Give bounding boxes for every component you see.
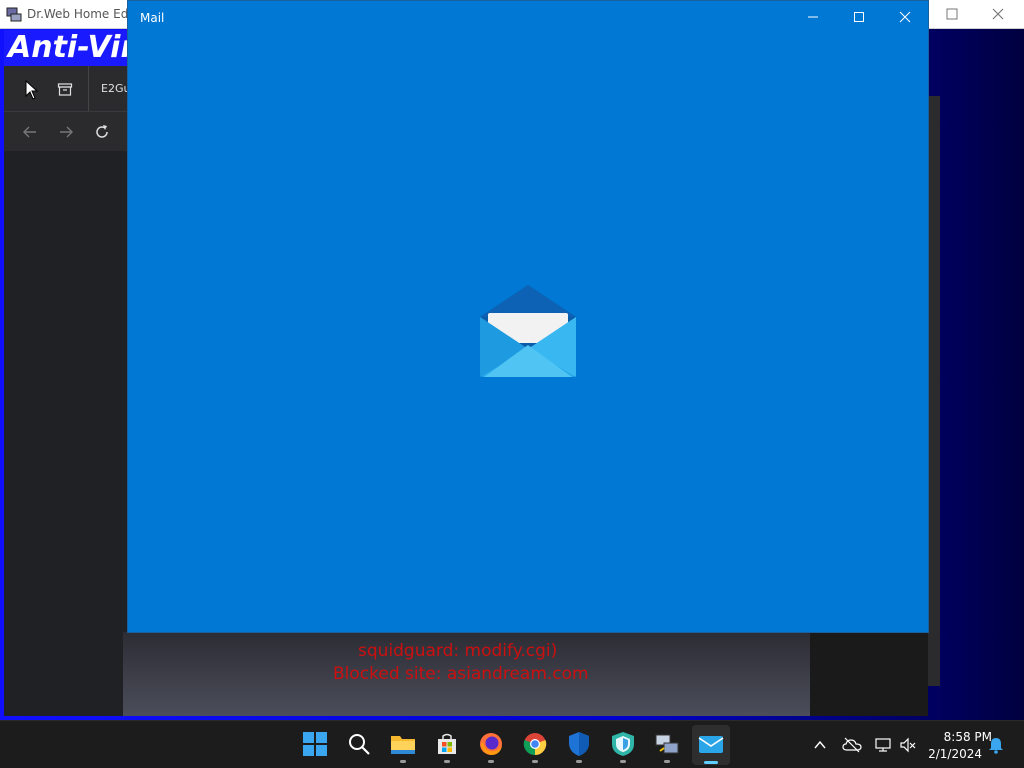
running-indicator (532, 760, 538, 763)
tab-divider (88, 66, 89, 111)
speaker-muted-icon (900, 737, 916, 753)
bell-icon (989, 738, 1003, 754)
running-indicator (620, 760, 626, 763)
browser-panel (4, 66, 128, 716)
defender-button[interactable] (608, 729, 638, 759)
running-indicator (576, 760, 582, 763)
maximize-button[interactable] (836, 1, 882, 33)
start-button[interactable] (300, 729, 330, 759)
folder-icon (391, 736, 415, 754)
maximize-icon[interactable] (940, 3, 964, 25)
search-button[interactable] (344, 729, 374, 759)
blocked-message-line1: squidguard: modify.cgi) (358, 641, 558, 661)
windows-logo-icon (303, 732, 327, 756)
cursor-icon (25, 80, 39, 100)
browser-navbar (4, 111, 128, 151)
close-icon (899, 11, 911, 23)
defender-icon (612, 732, 634, 756)
minimize-button[interactable] (790, 1, 836, 33)
chrome-icon (523, 733, 547, 756)
envelope-icon (480, 285, 576, 377)
maximize-icon (854, 12, 864, 22)
store-icon (438, 733, 456, 754)
chrome-button[interactable] (520, 729, 550, 759)
firefox-button[interactable] (476, 729, 506, 759)
search-icon (349, 734, 370, 755)
cloud-offline-icon (842, 737, 862, 753)
blocked-message-line2: Blocked site: asiandream.com (333, 664, 589, 684)
close-button[interactable] (882, 1, 928, 33)
forward-arrow-icon[interactable] (58, 124, 74, 140)
windows-security-button[interactable] (564, 729, 594, 759)
running-indicator (400, 760, 406, 763)
network-button[interactable] (874, 735, 894, 755)
network-computer-icon (655, 734, 679, 754)
tab-actions-icon[interactable] (57, 81, 73, 97)
notifications-button[interactable] (986, 735, 1006, 755)
active-indicator (704, 761, 718, 764)
refresh-icon[interactable] (94, 124, 110, 140)
close-icon[interactable] (986, 3, 1010, 25)
clock-time[interactable]: 8:58 PM (926, 730, 992, 744)
running-indicator (488, 760, 494, 763)
network-icon (875, 738, 891, 752)
remote-desktop-button[interactable] (652, 729, 682, 759)
shield-icon (569, 732, 589, 756)
running-indicator (444, 760, 450, 763)
volume-button[interactable] (898, 735, 918, 755)
mail-window: Mail (127, 0, 929, 633)
chevron-up-icon (814, 740, 826, 749)
firefox-icon (480, 733, 502, 755)
drweb-app-icon (6, 7, 22, 22)
running-indicator (664, 760, 670, 763)
onedrive-button[interactable] (842, 735, 862, 755)
minimize-icon (808, 16, 818, 18)
taskbar: 8:58 PM 2/1/2024 (0, 720, 1024, 768)
store-button[interactable] (432, 729, 462, 759)
mail-icon (698, 736, 724, 753)
mail-window-title: Mail (140, 11, 165, 25)
mail-button[interactable] (696, 729, 726, 759)
file-explorer-button[interactable] (388, 729, 418, 759)
background-window-title: Dr.Web Home Editi (27, 7, 140, 21)
browser-scroll-edge (928, 96, 940, 686)
back-arrow-icon[interactable] (22, 124, 38, 140)
clock-date[interactable]: 2/1/2024 (926, 747, 982, 761)
show-hidden-icons-button[interactable] (810, 735, 830, 755)
blocked-page-side (810, 632, 928, 716)
